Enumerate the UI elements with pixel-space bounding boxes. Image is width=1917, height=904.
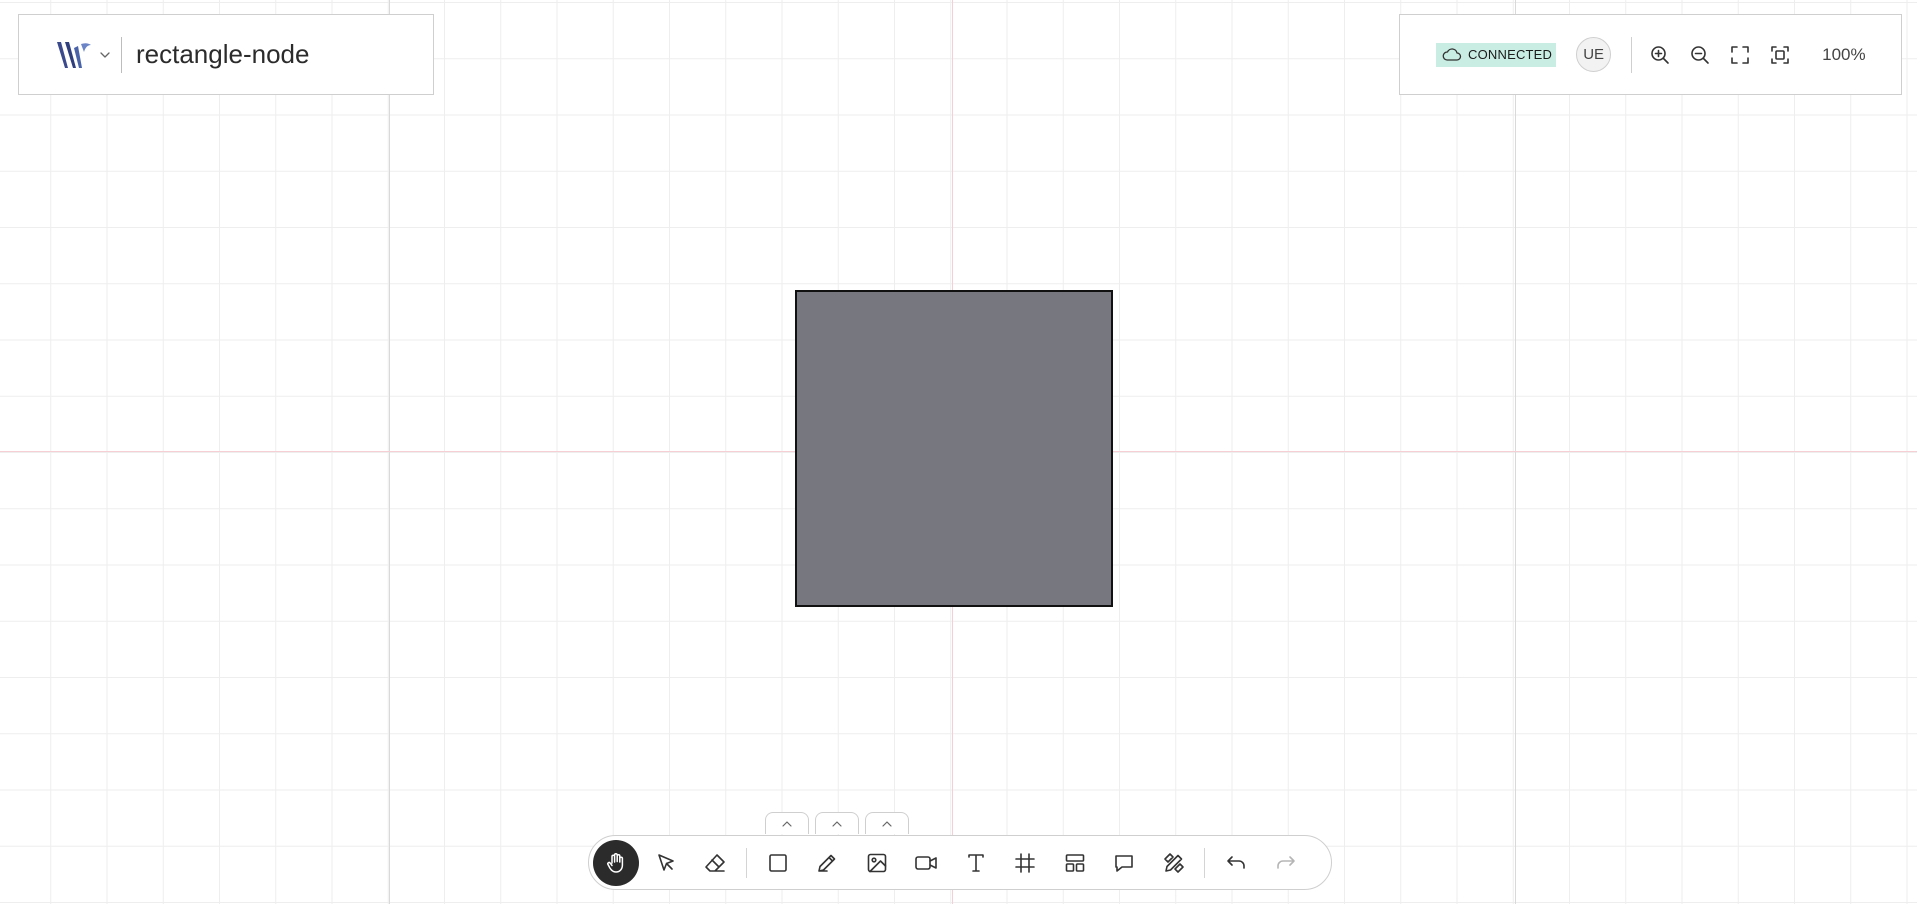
fullscreen-icon [1731, 45, 1749, 64]
view-controls-panel: CONNECTED UE 100% [1399, 14, 1902, 95]
tool-options-toggle-3[interactable] [865, 812, 909, 834]
tool-options-toggles [765, 812, 909, 834]
text-tool[interactable] [953, 840, 999, 886]
connection-status-label: CONNECTED [1468, 47, 1553, 62]
canvas-guide-right [1515, 0, 1516, 904]
app-menu-button[interactable] [55, 40, 111, 70]
tool-options-toggle-2[interactable] [815, 812, 859, 834]
comment-tool[interactable] [1101, 840, 1147, 886]
select-tool[interactable] [643, 840, 689, 886]
rectangle-icon [768, 853, 787, 872]
toolbar-divider [745, 847, 747, 878]
eraser-icon [705, 853, 725, 872]
connection-status-badge: CONNECTED [1436, 42, 1557, 67]
zoom-level-label[interactable]: 100% [1822, 45, 1865, 65]
tool-options-toggle-1[interactable] [765, 812, 809, 834]
hand-tool[interactable] [593, 839, 639, 886]
frame-tool[interactable] [1002, 840, 1048, 886]
design-tools-tool[interactable] [1151, 840, 1197, 886]
comment-icon [1115, 854, 1133, 872]
chevron-up-icon [832, 820, 842, 827]
canvas-guide-left [389, 0, 390, 904]
image-tool[interactable] [854, 840, 900, 886]
image-icon [867, 853, 886, 872]
design-tools-icon [1163, 852, 1184, 873]
chevron-down-icon [99, 51, 111, 59]
chevron-up-icon [782, 820, 792, 827]
zoom-out-button[interactable] [1680, 35, 1720, 75]
main-toolbar [588, 835, 1332, 890]
redo-icon [1276, 855, 1295, 869]
hand-icon [607, 852, 624, 873]
cloud-icon [1442, 47, 1462, 61]
pencil-icon [818, 854, 836, 872]
layout-tool[interactable] [1052, 840, 1098, 886]
zoom-in-icon [1651, 45, 1669, 64]
select-arrow-icon [657, 853, 674, 871]
layout-icon [1065, 853, 1084, 872]
fullscreen-button[interactable] [1720, 35, 1760, 75]
text-icon [967, 853, 984, 872]
rectangle-tool[interactable] [755, 840, 801, 886]
video-icon [915, 855, 937, 870]
chevron-up-icon [882, 820, 892, 827]
document-title[interactable]: rectangle-node [136, 39, 309, 70]
rectangle-node[interactable] [795, 290, 1113, 607]
undo-button[interactable] [1213, 840, 1259, 886]
app-logo-icon [57, 41, 91, 68]
frame-icon [1015, 852, 1035, 873]
header-divider [121, 36, 122, 73]
eraser-tool[interactable] [692, 840, 738, 886]
pencil-tool[interactable] [804, 840, 850, 886]
zoom-out-icon [1691, 45, 1709, 64]
toolbar-divider [1204, 847, 1205, 878]
controls-divider [1631, 36, 1633, 73]
undo-icon [1227, 855, 1245, 869]
video-tool[interactable] [903, 840, 949, 886]
document-header: rectangle-node [18, 14, 434, 95]
user-avatar[interactable]: UE [1576, 37, 1612, 72]
zoom-in-button[interactable] [1640, 35, 1680, 75]
fit-to-screen-button[interactable] [1760, 35, 1800, 75]
fit-to-screen-icon [1771, 45, 1789, 64]
redo-button[interactable] [1263, 840, 1309, 886]
